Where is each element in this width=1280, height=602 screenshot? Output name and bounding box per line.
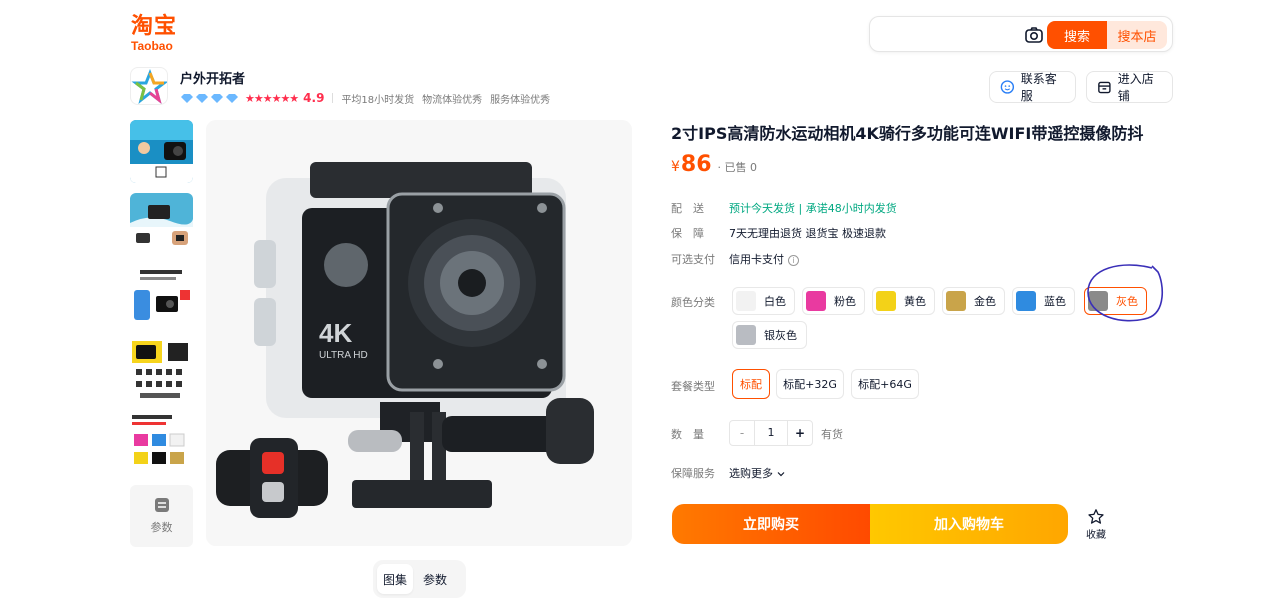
color-option-blue[interactable]: 蓝色 bbox=[1012, 287, 1075, 315]
currency-symbol: ¥ bbox=[671, 159, 680, 175]
favorite-label: 收藏 bbox=[1086, 530, 1106, 541]
delivery-value: 预计今天发货 | 承诺48小时内发货 bbox=[729, 202, 897, 215]
sold-count: · 已售 0 bbox=[717, 161, 758, 174]
stock-status: 有货 bbox=[821, 428, 843, 441]
gallery-tabs: 图集 参数 bbox=[373, 560, 466, 598]
action-camera-image: 4K ULTRA HD bbox=[206, 120, 632, 546]
favorite-button[interactable]: 收藏 bbox=[1080, 508, 1112, 541]
package-option-64g[interactable]: 标配+64G bbox=[851, 369, 919, 399]
camera-swatch-icon bbox=[806, 291, 826, 311]
search-input[interactable] bbox=[878, 23, 1018, 47]
color-option-gold[interactable]: 金色 bbox=[942, 287, 1005, 315]
diamond-icon bbox=[181, 93, 193, 103]
parameters-icon bbox=[154, 498, 169, 512]
buy-now-button[interactable]: 立即购买 bbox=[672, 504, 870, 544]
info-icon[interactable]: i bbox=[788, 254, 799, 266]
search-button[interactable]: 搜索 bbox=[1047, 21, 1107, 49]
camera-swatch-icon bbox=[736, 291, 756, 311]
logo-text-en: Taobao bbox=[131, 39, 173, 53]
quantity-label: 数 量 bbox=[671, 428, 704, 441]
main-product-image[interactable]: 4K ULTRA HD bbox=[206, 120, 632, 546]
camera-swatch-icon bbox=[876, 291, 896, 311]
color-option-label: 粉色 bbox=[834, 295, 856, 308]
camera-swatch-icon bbox=[1088, 291, 1108, 311]
camera-swatch-icon bbox=[736, 325, 756, 345]
search-bar: 搜索 搜本店 bbox=[869, 16, 1173, 52]
shop-star-logo-icon bbox=[131, 68, 167, 104]
thumbnail-colors[interactable] bbox=[130, 412, 193, 475]
star-icon bbox=[1088, 509, 1104, 524]
shop-metric: 物流体验优秀 bbox=[422, 94, 483, 106]
diamond-icon bbox=[196, 93, 208, 103]
divider bbox=[332, 93, 334, 103]
delivery-label: 配 送 bbox=[671, 202, 704, 215]
color-option-yellow[interactable]: 黄色 bbox=[872, 287, 935, 315]
package-option-standard[interactable]: 标配 bbox=[732, 369, 770, 399]
color-option-label: 蓝色 bbox=[1044, 295, 1066, 308]
store-icon bbox=[1098, 81, 1111, 94]
package-option-32g[interactable]: 标配+32G bbox=[776, 369, 844, 399]
payment-options: 信用卡支付 i bbox=[729, 251, 799, 267]
enter-store-label: 进入店铺 bbox=[1117, 72, 1154, 103]
protection-value: 选购更多 bbox=[729, 467, 773, 480]
camera-swatch-icon bbox=[946, 291, 966, 311]
enter-store-button[interactable]: 进入店铺 bbox=[1086, 71, 1173, 103]
main-image-ultrahd-text: ULTRA HD bbox=[319, 350, 368, 361]
quantity-input[interactable]: 1 bbox=[755, 420, 787, 446]
logo-text-cn: 淘宝 bbox=[131, 14, 178, 39]
color-option-label: 灰色 bbox=[1116, 295, 1138, 308]
color-option-label: 金色 bbox=[974, 295, 996, 308]
product-price: 86 bbox=[680, 152, 712, 177]
params-thumbnail-label: 参数 bbox=[150, 521, 173, 534]
thumbnail-sports[interactable] bbox=[130, 193, 193, 256]
guarantee-label: 保 障 bbox=[671, 227, 704, 240]
protection-label: 保障服务 bbox=[671, 467, 715, 480]
payment-label: 可选支付 bbox=[671, 253, 715, 266]
contact-service-button[interactable]: 联系客服 bbox=[989, 71, 1076, 103]
guarantee-value: 7天无理由退货 退货宝 极速退款 bbox=[729, 227, 886, 240]
color-option-label: 白色 bbox=[764, 295, 786, 308]
search-in-store-button[interactable]: 搜本店 bbox=[1107, 21, 1167, 49]
color-option-gray[interactable]: 灰色 bbox=[1084, 287, 1147, 315]
color-option-label: 银灰色 bbox=[764, 329, 797, 342]
protection-select[interactable]: 选购更多 bbox=[729, 465, 785, 481]
quantity-stepper: - 1 + bbox=[729, 420, 813, 446]
color-option-silver-gray[interactable]: 银灰色 bbox=[732, 321, 807, 349]
chevron-down-icon bbox=[777, 472, 784, 477]
taobao-logo[interactable]: 淘宝 Taobao bbox=[131, 14, 187, 52]
contact-service-label: 联系客服 bbox=[1020, 72, 1057, 103]
shop-level-diamonds bbox=[180, 93, 239, 104]
quantity-increase-button[interactable]: + bbox=[787, 420, 813, 446]
quantity-decrease-button[interactable]: - bbox=[729, 420, 755, 446]
payment-value: 信用卡支付 bbox=[729, 253, 784, 266]
color-label: 颜色分类 bbox=[671, 296, 715, 309]
shop-metric: 平均18小时发货 bbox=[341, 94, 415, 106]
tab-gallery[interactable]: 图集 bbox=[377, 564, 414, 594]
color-option-white[interactable]: 白色 bbox=[732, 287, 795, 315]
color-option-pink[interactable]: 粉色 bbox=[802, 287, 865, 315]
thumbnail-underwater[interactable] bbox=[130, 120, 193, 183]
color-option-label: 黄色 bbox=[904, 295, 926, 308]
camera-icon[interactable] bbox=[1024, 25, 1044, 45]
customer-service-icon bbox=[1000, 80, 1015, 94]
shop-name[interactable]: 户外开拓者 bbox=[180, 68, 245, 87]
thumbnail-accessories[interactable] bbox=[130, 339, 193, 402]
main-image-4k-text: 4K bbox=[319, 318, 352, 348]
rating-stars: ★★★★★★ bbox=[245, 91, 299, 105]
shop-avatar[interactable] bbox=[130, 67, 168, 105]
product-title: 2寸IPS高清防水运动相机4K骑行多功能可连WIFI带遥控摄像防抖 bbox=[671, 124, 1144, 143]
thumbnail-wifi[interactable] bbox=[130, 266, 193, 329]
shop-metric: 服务体验优秀 bbox=[490, 94, 551, 106]
shop-metrics: ★★★★★★ 4.9 平均18小时发货 物流体验优秀 服务体验优秀 bbox=[180, 91, 558, 106]
price-row: ¥ 86 · 已售 0 bbox=[671, 152, 757, 177]
camera-swatch-icon bbox=[1016, 291, 1036, 311]
package-label: 套餐类型 bbox=[671, 380, 715, 393]
thumbnail-list: 参数 bbox=[130, 120, 193, 547]
diamond-icon bbox=[226, 93, 238, 103]
params-thumbnail[interactable]: 参数 bbox=[130, 485, 193, 547]
diamond-icon bbox=[211, 93, 223, 103]
tab-params[interactable]: 参数 bbox=[417, 564, 453, 594]
shop-rating: 4.9 bbox=[303, 91, 325, 105]
add-to-cart-button[interactable]: 加入购物车 bbox=[870, 504, 1068, 544]
